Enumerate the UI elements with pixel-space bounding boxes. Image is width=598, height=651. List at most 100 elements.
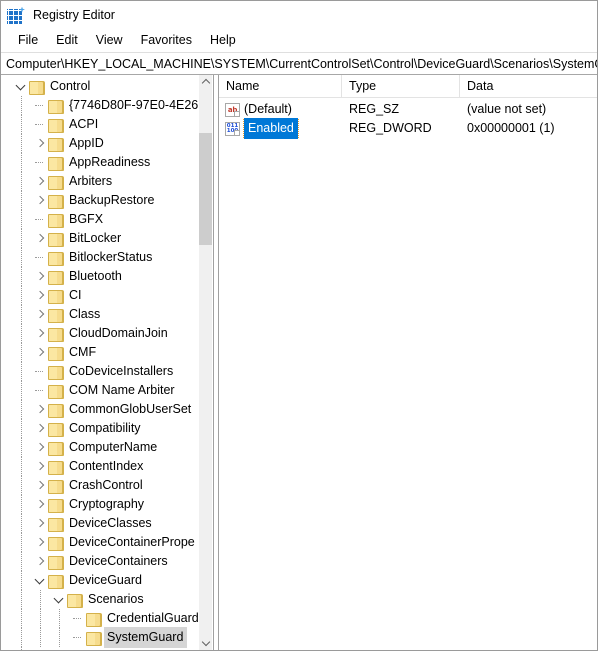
chevron-right-icon[interactable]	[32, 533, 48, 552]
tree-item-cryptography[interactable]: Cryptography	[1, 495, 199, 514]
chevron-right-icon[interactable]	[32, 457, 48, 476]
chevron-right-icon[interactable]	[32, 476, 48, 495]
tree-item-crashcontrol[interactable]: CrashControl	[1, 476, 199, 495]
tree-indent	[1, 115, 32, 134]
column-header-type[interactable]: Type	[342, 75, 460, 97]
tree-leaf-connector	[32, 381, 48, 400]
chevron-up-icon[interactable]	[199, 75, 212, 89]
tree-guide-line	[59, 609, 60, 628]
column-header-name[interactable]: Name	[219, 75, 342, 97]
tree-item-label: CloudDomainJoin	[69, 326, 168, 340]
tree-item-appid[interactable]: AppID	[1, 134, 199, 153]
menu-item-view[interactable]: View	[87, 31, 132, 50]
chevron-right-icon[interactable]	[32, 324, 48, 343]
tree-item-com-name-arbiter[interactable]: COM Name Arbiter	[1, 381, 199, 400]
table-row[interactable]: ab (Default) REG_SZ (value not set)	[219, 100, 597, 119]
tree-guide-line	[21, 172, 22, 191]
chevron-right-icon[interactable]	[32, 267, 48, 286]
tree-guide-line	[40, 590, 41, 609]
value-type-cell: REG_SZ	[349, 102, 400, 116]
tree-item-bitlockerstatus[interactable]: BitlockerStatus	[1, 248, 199, 267]
chevron-right-icon[interactable]	[32, 286, 48, 305]
tree-indent	[1, 457, 32, 476]
tree-item-appreadiness[interactable]: AppReadiness	[1, 153, 199, 172]
tree-indent	[1, 286, 32, 305]
tree-item-bitlocker[interactable]: BitLocker	[1, 229, 199, 248]
tree-item-arbiters[interactable]: Arbiters	[1, 172, 199, 191]
tree-item-deviceclasses[interactable]: DeviceClasses	[1, 514, 199, 533]
tree-item-clouddomainjoin[interactable]: CloudDomainJoin	[1, 324, 199, 343]
registry-tree-pane: Control {7746D80F-97E0-4E26- ACPI AppID AppR…	[1, 75, 213, 650]
tree-item-codeviceinstallers[interactable]: CoDeviceInstallers	[1, 362, 199, 381]
tree-indent	[1, 552, 32, 571]
folder-icon	[48, 270, 64, 285]
tree-item-bgfx[interactable]: BGFX	[1, 210, 199, 229]
tree-item-systemguard[interactable]: SystemGuard	[1, 627, 199, 648]
tree-item-label: DeviceGuard	[69, 573, 142, 587]
chevron-right-icon[interactable]	[32, 305, 48, 324]
value-name: (Default)	[244, 102, 292, 116]
tree-item-label: CredentialGuard	[107, 611, 199, 625]
chevron-right-icon[interactable]	[32, 552, 48, 571]
folder-icon	[67, 593, 83, 608]
tree-item-computername[interactable]: ComputerName	[1, 438, 199, 457]
chevron-right-icon[interactable]	[32, 438, 48, 457]
tree-item-backuprestore[interactable]: BackupRestore	[1, 191, 199, 210]
menu-item-favorites[interactable]: Favorites	[132, 31, 201, 50]
tree-guide-line	[21, 343, 22, 362]
tree-item-scenarios[interactable]: Scenarios	[1, 590, 199, 609]
tree-item-deviceguard[interactable]: DeviceGuard	[1, 571, 199, 590]
chevron-right-icon[interactable]	[32, 647, 48, 650]
page-fold	[234, 129, 239, 135]
chevron-down-icon[interactable]	[199, 636, 212, 650]
folder-icon	[48, 289, 64, 304]
tree-item-devicecontainers[interactable]: DeviceContainers	[1, 552, 199, 571]
value-data-cell: (value not set)	[467, 102, 547, 116]
tree-indent	[1, 305, 32, 324]
column-header-data[interactable]: Data	[460, 75, 597, 97]
chevron-right-icon[interactable]	[32, 343, 48, 362]
tree-item-commonglobuserset[interactable]: CommonGlobUserSet	[1, 400, 199, 419]
tree-item-class[interactable]: Class	[1, 305, 199, 324]
chevron-right-icon[interactable]	[32, 400, 48, 419]
tree-item-acpi[interactable]: ACPI	[1, 115, 199, 134]
chevron-down-icon[interactable]	[32, 571, 48, 590]
tree-item-contentindex[interactable]: ContentIndex	[1, 457, 199, 476]
chevron-down-icon[interactable]	[51, 590, 67, 609]
tree-guide-line	[21, 96, 22, 115]
tree-indent	[1, 609, 70, 628]
tree-indent	[1, 381, 32, 400]
tree-item-ci[interactable]: CI	[1, 286, 199, 305]
address-bar[interactable]: Computer\HKEY_LOCAL_MACHINE\SYSTEM\Curre…	[1, 52, 597, 75]
tree-item-cmf[interactable]: CMF	[1, 343, 199, 362]
tree-item-label: CommonGlobUserSet	[69, 402, 192, 416]
menu-item-file[interactable]: File	[9, 31, 47, 50]
value-name-cell: ab (Default)	[219, 100, 342, 119]
chevron-right-icon[interactable]	[32, 419, 48, 438]
tree-item-7746d80f-97e0-4e26[interactable]: {7746D80F-97E0-4E26-	[1, 96, 199, 115]
menu-item-edit[interactable]: Edit	[47, 31, 87, 50]
tree-item-credentialguard[interactable]: CredentialGuard	[1, 609, 199, 628]
scrollbar-thumb[interactable]	[199, 133, 212, 245]
tree-vertical-scrollbar[interactable]	[198, 75, 212, 650]
chevron-right-icon[interactable]	[32, 134, 48, 153]
tree-item-bluetooth[interactable]: Bluetooth	[1, 267, 199, 286]
tree-guide-line	[21, 609, 22, 628]
tree-item-control[interactable]: Control	[1, 77, 199, 96]
chevron-right-icon[interactable]	[32, 514, 48, 533]
menu-item-help[interactable]: Help	[201, 31, 245, 50]
table-row[interactable]: 011 100 Enabled REG_DWORD 0x00000001 (1)	[219, 118, 597, 139]
tree-leaf-connector	[32, 248, 48, 267]
chevron-right-icon[interactable]	[32, 229, 48, 248]
tree-item-devicecontainerprope[interactable]: DeviceContainerPrope	[1, 533, 199, 552]
chevron-right-icon[interactable]	[32, 172, 48, 191]
tree-guide-line	[40, 609, 41, 628]
chevron-right-icon[interactable]	[32, 191, 48, 210]
chevron-right-icon[interactable]	[32, 495, 48, 514]
tree-item-compatibility[interactable]: Compatibility	[1, 419, 199, 438]
window-title: Registry Editor	[33, 8, 115, 22]
tree-indent	[1, 419, 32, 438]
tree-guide-line	[21, 324, 22, 343]
tree-item-devicemigration[interactable]: DeviceMigration	[1, 647, 199, 650]
chevron-down-icon[interactable]	[13, 77, 29, 96]
